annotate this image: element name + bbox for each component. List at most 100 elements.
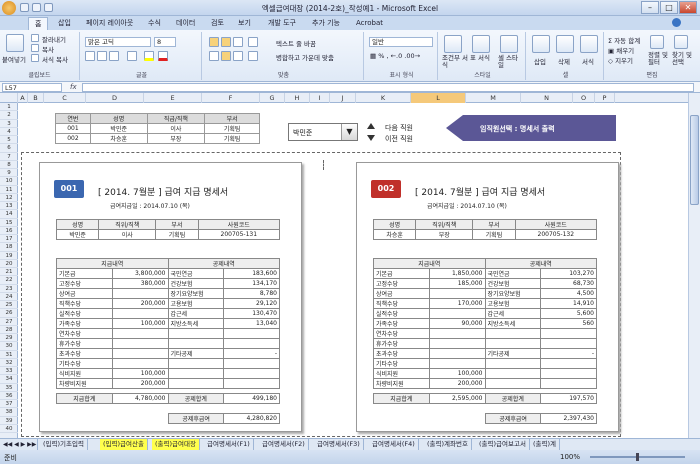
find-select-button[interactable]: 찾기 및 선택 [672,52,696,66]
tab-page-layout[interactable]: 페이지 레이아웃 [80,17,139,30]
sheet-tab[interactable]: (입력)기초입력 [40,439,88,450]
row-header[interactable]: 22 [0,276,18,285]
sheet-tab[interactable]: 급여명세서(F1) [204,439,254,450]
border-icon[interactable] [127,51,137,61]
insert-cells-icon[interactable] [532,35,550,53]
number-format-buttons[interactable]: ▦ % , ←.0 .00→ [370,52,420,60]
underline-icon[interactable] [109,51,119,61]
tab-view[interactable]: 보기 [232,17,257,30]
tab-addins[interactable]: 추가 기능 [306,17,346,30]
sheet-tab[interactable]: (입력)급여산출 [100,439,148,450]
column-header-p[interactable]: P [595,93,615,103]
italic-icon[interactable] [97,51,107,61]
row-header[interactable]: 25 [0,301,18,310]
row-header[interactable]: 14 [0,210,18,219]
cell[interactable]: 박민준 [89,123,148,134]
clear-button[interactable]: ◇ 지우기 [608,55,633,65]
column-header-c[interactable]: C [44,93,86,103]
cell[interactable]: 002 [55,133,91,144]
delete-cells-button[interactable]: 삭제 [558,56,570,66]
table-format-icon[interactable] [472,35,490,53]
align-left-icon[interactable] [209,51,219,61]
delete-cells-icon[interactable] [556,35,574,53]
cell[interactable]: 기획팀 [204,123,260,134]
minimize-button[interactable]: – [641,1,659,14]
row-header[interactable]: 16 [0,227,18,235]
print-slip-banner[interactable]: 임직원선택 : 명세서 출력 [446,115,616,141]
font-color-icon[interactable] [158,51,168,61]
indent-icon[interactable] [248,51,258,61]
tab-acrobat[interactable]: Acrobat [350,17,389,30]
row-header[interactable]: 26 [0,309,18,318]
row-header[interactable]: 4 [0,128,18,136]
sheet-tab[interactable]: 급여명세서(F3) [314,439,364,450]
row-header[interactable]: 35 [0,384,18,392]
cell-style-button[interactable]: 셀 스타일 [498,55,522,69]
row-header[interactable]: 11 [0,186,18,194]
row-header[interactable]: 6 [0,144,18,153]
row-header[interactable]: 15 [0,219,18,227]
sheet-tab[interactable]: (출력)급여보고서 [476,439,530,450]
maximize-button[interactable]: □ [660,1,678,14]
find-select-icon[interactable] [674,35,688,49]
row-header[interactable]: 27 [0,318,18,326]
row-header[interactable]: 33 [0,367,18,376]
tab-formulas[interactable]: 수식 [142,17,167,30]
tab-developer[interactable]: 개발 도구 [262,17,302,30]
chevron-down-icon[interactable]: ▼ [341,124,357,140]
sheet-tab[interactable]: 급여명세서(F4) [369,439,419,450]
cell[interactable]: 001 [55,123,91,134]
column-header-g[interactable]: G [260,93,285,103]
tab-review[interactable]: 검토 [205,17,230,30]
bold-icon[interactable] [85,51,95,61]
format-cells-button[interactable]: 서식 [582,56,594,66]
insert-cells-button[interactable]: 삽입 [534,56,546,66]
row-header[interactable]: 30 [0,342,18,351]
wrap-text-button[interactable]: 텍스트 줄 바꿈 [276,38,316,48]
row-header[interactable]: 9 [0,169,18,178]
autosum-button[interactable]: Σ 자동 합계 [608,35,640,45]
conditional-format-button[interactable]: 조건부 서식 [442,55,468,69]
prev-employee-button[interactable]: 이전 직원 [385,134,413,144]
row-header[interactable]: 36 [0,392,18,400]
row-header[interactable]: 24 [0,293,18,301]
select-all-corner[interactable] [0,93,18,103]
cell[interactable]: 이사 [146,123,206,134]
row-header[interactable]: 20 [0,260,18,268]
column-header-n[interactable]: N [521,93,573,103]
row-header[interactable]: 40 [0,425,18,433]
row-header[interactable]: 1 [0,103,18,112]
row-header[interactable]: 23 [0,285,18,293]
row-header[interactable]: 28 [0,326,18,334]
tab-data[interactable]: 데이터 [170,17,201,30]
align-bottom-icon[interactable] [233,37,243,47]
row-header[interactable]: 12 [0,194,18,202]
column-header-f[interactable]: F [202,93,260,103]
copy-button[interactable]: 복사 [42,44,54,54]
vertical-scrollbar[interactable] [688,93,700,438]
worksheet[interactable]: 연번 성명 직급/직책 부서 001 박민준 이사 기획팀 002 차승훈 부장… [18,103,688,438]
row-header[interactable]: 19 [0,252,18,260]
column-header-i[interactable]: I [310,93,330,103]
fill-button[interactable]: ▣ 채우기 [608,45,634,55]
column-header-h[interactable]: H [285,93,310,103]
paste-icon[interactable] [6,34,24,52]
sheet-tab[interactable]: 급여명세서(F2) [259,439,309,450]
orientation-icon[interactable] [248,37,258,47]
sheet-tab[interactable]: (출력)급여대장 [152,439,200,450]
column-header-o[interactable]: O [573,93,595,103]
sheet-tab[interactable]: (출력)계좌번호 [424,439,472,450]
paste-button[interactable]: 붙여넣기 [2,54,26,64]
help-icon[interactable] [672,18,681,27]
conditional-format-icon[interactable] [444,35,462,53]
row-header[interactable]: 29 [0,334,18,343]
tab-home[interactable]: 홈 [28,17,49,30]
row-header[interactable]: 3 [0,120,18,128]
number-format-select[interactable]: 일반 [369,37,433,47]
row-header[interactable]: 31 [0,351,18,359]
fill-color-icon[interactable] [144,51,154,61]
employee-select[interactable]: 박민준 ▼ [288,123,358,141]
down-arrow-icon[interactable] [367,135,375,141]
up-arrow-icon[interactable] [367,123,375,129]
column-header-l[interactable]: L [411,93,466,103]
